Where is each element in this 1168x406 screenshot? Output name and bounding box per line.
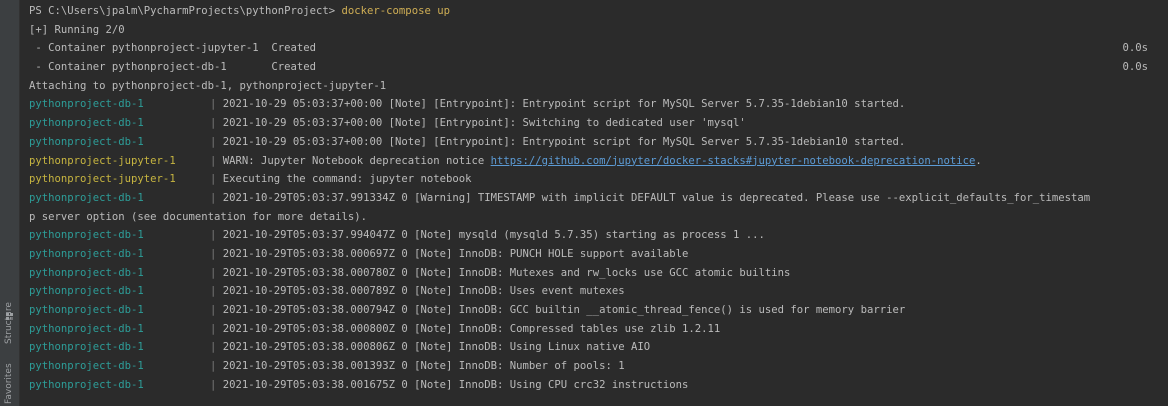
container-name: - Container pythonproject-jupyter-1 [29,42,272,55]
container-status: Created [271,61,317,74]
favorites-tool-label: Favorites [4,363,14,404]
log-separator: | [210,98,223,111]
log-separator: | [210,191,223,204]
log-separator: | [210,266,223,279]
service-name: pythonproject-db-1 [29,98,144,111]
service-name: pythonproject-db-1 [29,378,144,391]
log-message: 2021-10-29T05:03:37.994047Z 0 [Note] mys… [222,229,765,242]
service-name: pythonproject-db-1 [29,285,144,298]
log-message: 2021-10-29T05:03:38.000806Z 0 [Note] Inn… [222,341,651,354]
log-message: 2021-10-29T05:03:38.001675Z 0 [Note] Inn… [222,378,689,391]
container-name: - Container pythonproject-db-1 [29,61,272,74]
container-line: - Container pythonproject-db-1 Created 0.… [29,58,1159,77]
log-separator: | [210,173,223,186]
log-line: pythonproject-jupyter-1 | Executing the c… [29,170,1159,189]
log-line: pythonproject-db-1 | 2021-10-29T05:03:38.… [29,282,1159,301]
log-line: pythonproject-db-1 | 2021-10-29T05:03:37.… [29,189,1159,208]
log-line: pythonproject-db-1 | 2021-10-29T05:03:38.… [29,357,1159,376]
log-line: pythonproject-db-1 | 2021-10-29T05:03:38.… [29,338,1159,357]
log-message: 2021-10-29 05:03:37+00:00 [Note] [Entryp… [222,117,746,130]
log-separator: | [210,135,223,148]
log-line: pythonproject-db-1 | 2021-10-29 05:03:37+… [29,114,1159,133]
structure-tool-label: Structure [4,302,14,344]
log-separator: | [210,229,223,242]
log-separator: | [210,117,223,130]
service-name: pythonproject-db-1 [29,247,144,260]
service-name: pythonproject-db-1 [29,360,144,373]
service-name: pythonproject-db-1 [29,322,144,335]
log-message: 2021-10-29 05:03:37+00:00 [Note] [Entryp… [222,98,906,111]
log-message: 2021-10-29T05:03:38.000697Z 0 [Note] Inn… [222,247,689,260]
log-separator: | [210,154,223,167]
container-status: Created [271,42,317,55]
ide-terminal-window: Structure Favorites PS C:\Users\jpalm\Py… [0,0,1168,406]
container-line: - Container pythonproject-jupyter-1 Crea… [29,39,1159,58]
log-message: 2021-10-29T05:03:38.000800Z 0 [Note] Inn… [222,322,721,335]
log-line: pythonproject-db-1 | 2021-10-29T05:03:38.… [29,245,1159,264]
service-name: pythonproject-jupyter-1 [29,173,176,186]
service-name: pythonproject-db-1 [29,229,144,242]
log-separator: | [210,322,223,335]
log-message: 2021-10-29T05:03:38.000794Z 0 [Note] Inn… [222,304,906,316]
log-line: pythonproject-db-1 | 2021-10-29 05:03:37+… [29,133,1159,152]
shell-prompt: PS C:\Users\jpalm\PycharmProjects\python… [29,5,342,17]
service-name: pythonproject-jupyter-1 [29,154,176,167]
log-message: Executing the command: jupyter notebook [222,173,472,186]
log-message: WARN: Jupyter Notebook deprecation notic… [222,154,491,167]
service-name: pythonproject-db-1 [29,266,144,279]
service-name: pythonproject-db-1 [29,191,144,204]
log-separator: | [210,304,223,316]
log-line: pythonproject-jupyter-1 | WARN: Jupyter N… [29,152,1159,171]
deprecation-notice-link[interactable]: https://github.com/jupyter/docker-stacks… [491,155,976,167]
container-time: 0.0s [1122,61,1148,74]
log-line: pythonproject-db-1 | 2021-10-29T05:03:38.… [29,320,1159,339]
log-message: 2021-10-29 05:03:37+00:00 [Note] [Entryp… [222,135,906,148]
log-separator: | [210,378,223,391]
service-name: pythonproject-db-1 [29,117,144,130]
log-line: pythonproject-db-1 | 2021-10-29 05:03:37+… [29,95,1159,114]
command-text: docker-compose up [341,5,450,17]
log-continuation-line: p server option (see documentation for m… [29,210,368,223]
log-message: 2021-10-29T05:03:38.000780Z 0 [Note] Inn… [222,266,791,279]
terminal-output[interactable]: PS C:\Users\jpalm\PycharmProjects\python… [29,0,1159,406]
service-name: pythonproject-db-1 [29,341,144,354]
log-separator: | [210,360,223,373]
running-status-line: [+] Running 2/0 [29,23,125,36]
prompt-line: PS C:\Users\jpalm\PycharmProjects\python… [29,2,1159,21]
log-message: 2021-10-29T05:03:38.001393Z 0 [Note] Inn… [222,360,625,373]
attaching-line: Attaching to pythonproject-db-1, pythonp… [29,79,387,92]
log-message: 2021-10-29T05:03:37.991334Z 0 [Warning] … [222,191,1091,204]
log-line: pythonproject-db-1 | 2021-10-29T05:03:38.… [29,264,1159,283]
log-line: pythonproject-db-1 | 2021-10-29T05:03:38.… [29,301,1159,320]
left-tool-strip: Structure Favorites [0,0,20,406]
log-message: 2021-10-29T05:03:38.000789Z 0 [Note] Inn… [222,285,625,298]
service-name: pythonproject-db-1 [29,135,144,148]
log-line: pythonproject-db-1 | 2021-10-29T05:03:38.… [29,376,1159,395]
container-time: 0.0s [1122,42,1148,55]
service-name: pythonproject-db-1 [29,304,144,316]
log-separator: | [210,285,223,298]
log-separator: | [210,341,223,354]
log-message-end: . [975,154,982,167]
log-line: pythonproject-db-1 | 2021-10-29T05:03:37.… [29,226,1159,245]
log-separator: | [210,247,223,260]
